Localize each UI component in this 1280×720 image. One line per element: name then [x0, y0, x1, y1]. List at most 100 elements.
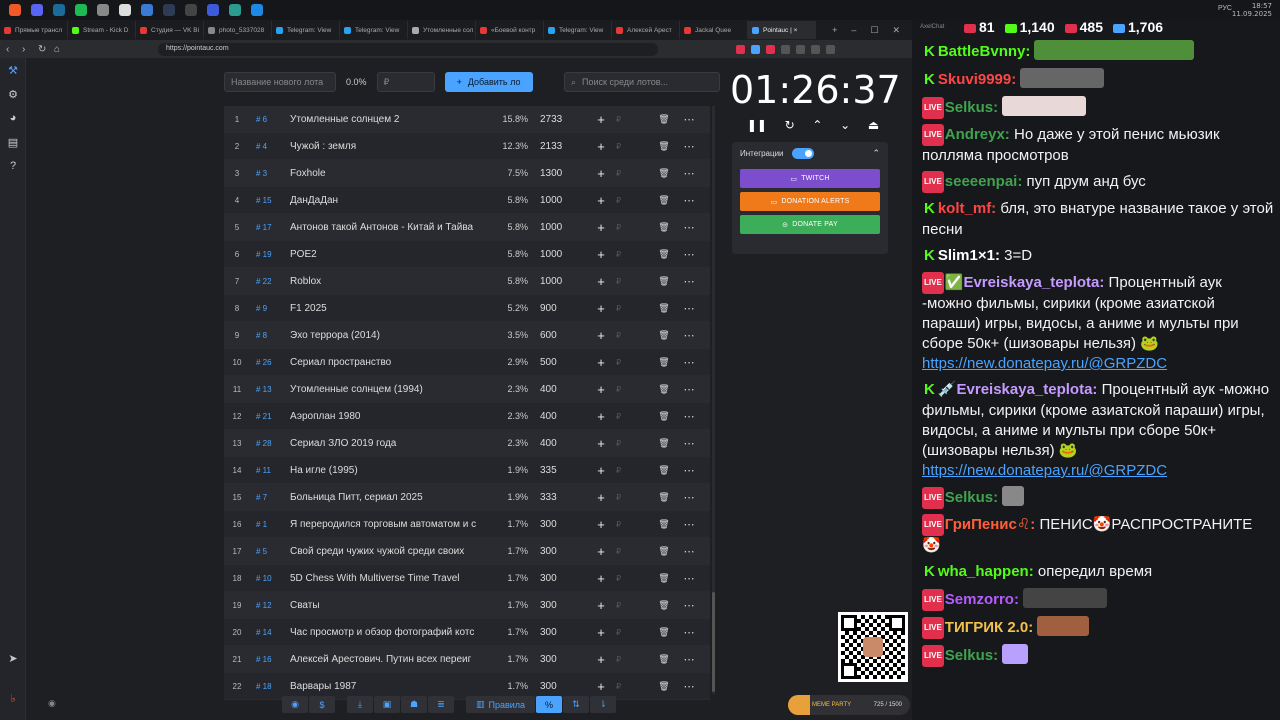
lot-amount-input[interactable]: ₽ [612, 358, 652, 367]
lot-name[interactable]: На игле (1995) [290, 465, 490, 476]
delete-icon[interactable]: 🗑 [652, 222, 676, 233]
lot-amount[interactable]: 900 [532, 303, 590, 314]
browser-tab[interactable]: Jackal Quee [680, 21, 748, 39]
more-icon[interactable]: ⋯ [676, 572, 702, 585]
browser-tab[interactable]: Telegram: View [544, 21, 612, 39]
lot-amount-input[interactable]: ₽ [612, 520, 652, 529]
github-icon[interactable]: ◉ [282, 696, 308, 713]
lot-amount-input[interactable]: ₽ [612, 547, 652, 556]
close-icon[interactable]: ✕ [892, 25, 900, 36]
add-amount-icon[interactable]: + [590, 571, 612, 586]
add-amount-icon[interactable]: + [590, 625, 612, 640]
decrease-time-icon[interactable]: ⌄ [840, 118, 850, 132]
more-icon[interactable]: ⋯ [676, 302, 702, 315]
lot-amount-input[interactable]: ₽ [612, 601, 652, 610]
browser-tab[interactable]: «Боевой контр [476, 21, 544, 39]
lot-amount-input[interactable]: ₽ [612, 331, 652, 340]
delete-icon[interactable]: 🗑 [652, 438, 676, 449]
scrollbar-thumb[interactable] [712, 592, 715, 692]
chat-username[interactable]: Andreyx: [945, 126, 1010, 143]
reload-icon[interactable]: ↻ [38, 44, 46, 55]
more-icon[interactable]: ⋯ [676, 329, 702, 342]
lot-amount-input[interactable]: ₽ [612, 142, 652, 151]
steam-icon[interactable] [53, 4, 65, 16]
add-amount-icon[interactable]: + [590, 679, 612, 694]
lot-amount[interactable]: 1000 [532, 195, 590, 206]
lot-name[interactable]: Чужой : земля [290, 141, 490, 152]
add-amount-icon[interactable]: + [590, 463, 612, 478]
lot-name[interactable]: Алексей Арестович. Путин всех переиг [290, 654, 490, 665]
donatepay-button[interactable]: ⊝ DONATE PAY [740, 215, 880, 234]
twitch-button[interactable]: ▭ TWITCH [740, 169, 880, 188]
lot-amount[interactable]: 400 [532, 411, 590, 422]
lot-name[interactable]: Антонов такой Антонов - Китай и Тайва [290, 222, 490, 233]
chat-username[interactable]: BattleBvnny: [938, 43, 1031, 60]
chat-username[interactable]: ТИГРИК 2.0: [945, 619, 1033, 636]
delete-icon[interactable]: 🗑 [652, 411, 676, 422]
more-icon[interactable]: ⋯ [676, 680, 702, 693]
back-icon[interactable]: ‹ [6, 44, 14, 55]
lot-amount-input[interactable]: ₽ [612, 466, 652, 475]
lot-name[interactable]: Утомленные солнцем 2 [290, 114, 490, 125]
auction-hammer-icon[interactable]: ⚒ [0, 58, 26, 82]
lot-amount[interactable]: 2733 [532, 114, 590, 125]
chat-username[interactable]: 💉Evreiskaya_teplota: [938, 381, 1098, 398]
browser-tab[interactable]: Прямые трансл [0, 21, 68, 39]
lot-amount-input[interactable]: ₽ [612, 196, 652, 205]
more-icon[interactable]: ⋯ [676, 518, 702, 531]
reset-icon[interactable]: ↻ [785, 118, 795, 132]
app-icon[interactable] [141, 4, 153, 16]
delete-icon[interactable]: 🗑 [652, 141, 676, 152]
download-icon[interactable]: ⤓ [347, 696, 373, 713]
browser-tab[interactable]: Студия — VK Ві [136, 21, 204, 39]
lot-amount-input[interactable]: ₽ [612, 439, 652, 448]
more-icon[interactable]: ⋯ [676, 221, 702, 234]
spotify-icon[interactable] [75, 4, 87, 16]
delete-icon[interactable]: 🗑 [652, 546, 676, 557]
extension-icon[interactable] [796, 44, 805, 54]
browser-tab[interactable]: Telegram: View [272, 21, 340, 39]
app-icon[interactable] [163, 4, 175, 16]
lot-name[interactable]: Сваты [290, 600, 490, 611]
brave-icon[interactable] [9, 4, 21, 16]
lot-name[interactable]: Аэроплан 1980 [290, 411, 490, 422]
lot-amount[interactable]: 600 [532, 330, 590, 341]
app-icon[interactable] [251, 4, 263, 16]
keyboard-language[interactable]: РУС [1218, 5, 1232, 12]
integrations-toggle[interactable] [791, 148, 814, 159]
maximize-icon[interactable]: ☐ [870, 25, 878, 36]
add-amount-icon[interactable]: + [590, 301, 612, 316]
visibility-eye-icon[interactable]: ◉ [48, 698, 56, 709]
lot-amount[interactable]: 1000 [532, 276, 590, 287]
sort-icon[interactable]: ⇂ [590, 696, 617, 713]
chat-username[interactable]: Selkus: [945, 99, 998, 116]
browser-tab[interactable]: Алексей Арест [612, 21, 680, 39]
more-icon[interactable]: ⋯ [676, 383, 702, 396]
system-clock[interactable]: 18:57 11.09.2025 [1232, 2, 1272, 18]
chat-username[interactable]: Skuvi9999: [938, 71, 1016, 88]
more-icon[interactable]: ⋯ [676, 113, 702, 126]
extension-icon[interactable] [736, 44, 745, 54]
lot-name[interactable]: Roblox [290, 276, 490, 287]
minimize-icon[interactable]: – [851, 25, 856, 36]
add-amount-icon[interactable]: + [590, 193, 612, 208]
delete-icon[interactable]: 🗑 [652, 384, 676, 395]
extension-icon[interactable] [826, 44, 835, 54]
add-amount-icon[interactable]: + [590, 544, 612, 559]
lot-name[interactable]: 5D Chess With Multiverse Time Travel [290, 573, 490, 584]
add-amount-icon[interactable]: + [590, 247, 612, 262]
delete-icon[interactable]: 🗑 [652, 330, 676, 341]
forward-icon[interactable]: › [22, 44, 30, 55]
chevron-up-icon[interactable]: ⌃ [872, 148, 880, 159]
close-app-icon[interactable] [119, 4, 131, 16]
rules-button[interactable]: ▥ Правила [466, 696, 536, 713]
save-icon[interactable]: ▣ [374, 696, 400, 713]
add-amount-icon[interactable]: + [590, 598, 612, 613]
delete-icon[interactable]: 🗑 [652, 600, 676, 611]
add-amount-icon[interactable]: + [590, 274, 612, 289]
lot-amount[interactable]: 300 [532, 519, 590, 530]
donate-dollar-icon[interactable]: $ [309, 696, 335, 713]
add-amount-icon[interactable]: + [590, 490, 612, 505]
chat-username[interactable]: wha_happen: [938, 563, 1034, 580]
delete-icon[interactable]: 🗑 [652, 114, 676, 125]
